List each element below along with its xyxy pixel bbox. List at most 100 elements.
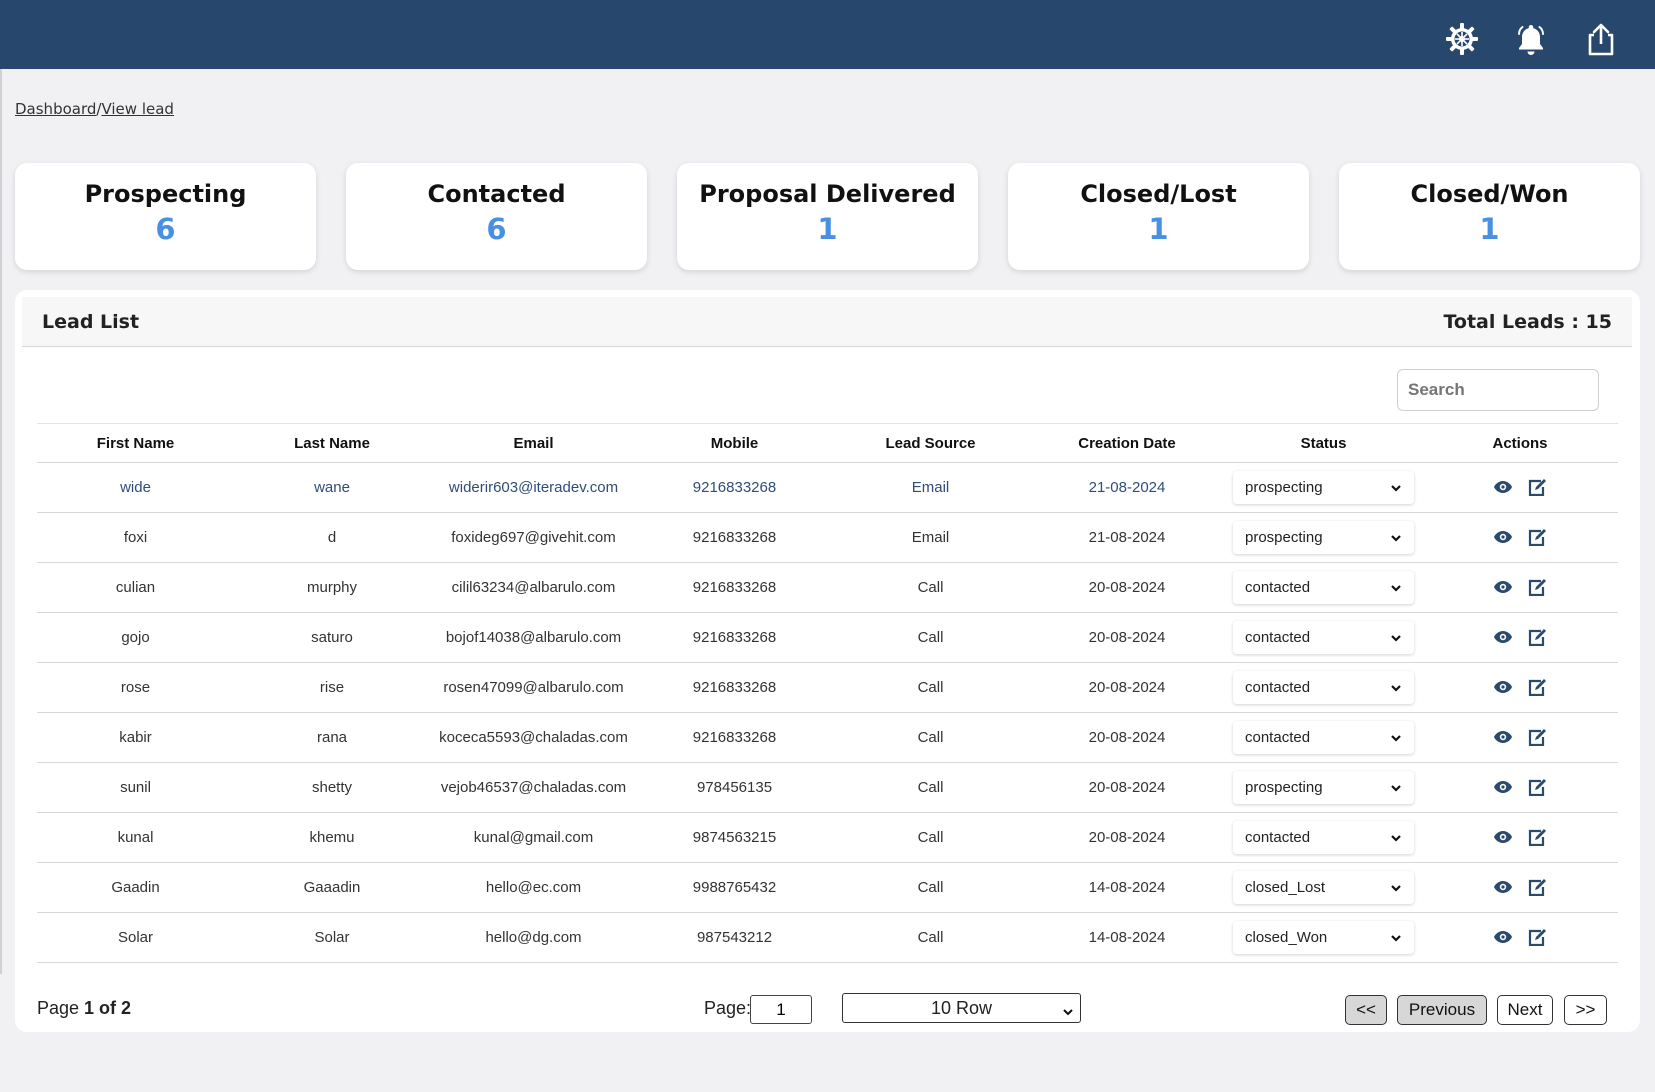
last-name-cell: rana — [234, 712, 430, 763]
status-select[interactable]: contacted — [1233, 571, 1414, 604]
next-page-button[interactable]: Next — [1497, 995, 1553, 1025]
eye-icon[interactable] — [1493, 780, 1513, 794]
chevron-down-icon — [1390, 532, 1402, 544]
eye-icon[interactable] — [1493, 880, 1513, 894]
first-name-cell: kunal — [37, 812, 234, 863]
last-name-cell: Solar — [234, 912, 430, 963]
eye-icon[interactable] — [1493, 830, 1513, 844]
actions-cell — [1422, 662, 1618, 713]
chevron-down-icon — [1390, 582, 1402, 594]
edit-icon[interactable] — [1528, 528, 1547, 546]
status-select[interactable]: prospecting — [1233, 471, 1414, 504]
chevron-down-icon — [1390, 632, 1402, 644]
table-row[interactable]: sunil shetty vejob46537@chaladas.com 978456… — [37, 762, 1618, 813]
edit-icon[interactable] — [1528, 928, 1547, 946]
mobile-cell: 9216833268 — [637, 462, 832, 513]
status-select[interactable]: contacted — [1233, 721, 1414, 754]
first-name-cell: rose — [37, 662, 234, 713]
breadcrumb: Dashboard/View lead — [15, 100, 174, 118]
status-select[interactable]: closed_Won — [1233, 921, 1414, 954]
status-select[interactable]: prospecting — [1233, 771, 1414, 804]
column-header-email[interactable]: Email — [430, 423, 637, 463]
lead-source-cell: Call — [832, 762, 1029, 813]
gear-icon[interactable] — [1443, 20, 1481, 58]
stat-card-value: 1 — [1148, 212, 1169, 246]
table-row[interactable]: wide wane widerir603@iteradev.com 921683326… — [37, 462, 1618, 513]
edit-icon[interactable] — [1528, 878, 1547, 896]
total-leads-count: Total Leads : 15 — [1443, 311, 1612, 333]
creation-date-cell: 20-08-2024 — [1029, 612, 1225, 663]
eye-icon[interactable] — [1493, 730, 1513, 744]
creation-date-cell: 20-08-2024 — [1029, 712, 1225, 763]
eye-icon[interactable] — [1493, 580, 1513, 594]
actions-cell — [1422, 562, 1618, 613]
lead-list-title: Lead List — [42, 311, 140, 333]
edit-icon[interactable] — [1528, 828, 1547, 846]
edit-icon[interactable] — [1528, 778, 1547, 796]
column-header-last-name[interactable]: Last Name — [234, 423, 430, 463]
search-input[interactable] — [1397, 369, 1599, 411]
page-number-input[interactable] — [750, 995, 812, 1024]
status-select[interactable]: contacted — [1233, 621, 1414, 654]
status-select[interactable]: contacted — [1233, 821, 1414, 854]
lead-source-cell: Email — [832, 512, 1029, 563]
eye-icon[interactable] — [1493, 480, 1513, 494]
status-value: contacted — [1245, 829, 1311, 846]
last-page-button[interactable]: >> — [1564, 995, 1607, 1025]
table-row[interactable]: Gaadin Gaaadin hello@ec.com 9988765432 Call 1… — [37, 862, 1618, 913]
edit-icon[interactable] — [1528, 628, 1547, 646]
edit-icon[interactable] — [1528, 478, 1547, 496]
column-header-actions: Actions — [1422, 423, 1618, 463]
eye-icon[interactable] — [1493, 630, 1513, 644]
status-select[interactable]: closed_Lost — [1233, 871, 1414, 904]
table-row[interactable]: kunal khemu kunal@gmail.com 9874563215 Call 2… — [37, 812, 1618, 863]
table-header-row: First Name Last Name Email Mobile Lead S… — [37, 423, 1618, 463]
rows-per-page-select[interactable]: 10 Row — [842, 993, 1081, 1023]
email-cell: koceca5593@chaladas.com — [430, 712, 637, 763]
actions-cell — [1422, 512, 1618, 563]
eye-icon[interactable] — [1493, 680, 1513, 694]
stat-card-value: 6 — [486, 212, 507, 246]
table-row[interactable]: rose rise rosen47099@albarulo.com 921683326… — [37, 662, 1618, 713]
creation-date-cell: 21-08-2024 — [1029, 462, 1225, 513]
status-select[interactable]: contacted — [1233, 671, 1414, 704]
last-name-cell: khemu — [234, 812, 430, 863]
share-icon[interactable] — [1582, 20, 1620, 58]
first-page-button[interactable]: << — [1345, 995, 1387, 1025]
status-cell: prospecting — [1225, 462, 1422, 513]
column-header-creation-date[interactable]: Creation Date — [1029, 423, 1225, 463]
email-cell: foxideg697@givehit.com — [430, 512, 637, 563]
last-name-cell: Gaaadin — [234, 862, 430, 913]
status-cell: closed_Lost — [1225, 862, 1422, 913]
email-cell: vejob46537@chaladas.com — [430, 762, 637, 813]
table-row[interactable]: Solar Solar hello@dg.com 987543212 Call 14-08… — [37, 912, 1618, 963]
lead-source-cell: Call — [832, 612, 1029, 663]
column-header-first-name[interactable]: First Name — [37, 423, 234, 463]
status-cell: contacted — [1225, 712, 1422, 763]
lead-list-header: Lead List Total Leads : 15 — [22, 297, 1632, 347]
email-cell: bojof14038@albarulo.com — [430, 612, 637, 663]
chevron-down-icon — [1390, 482, 1402, 494]
stat-card-title: Closed/Lost — [1080, 180, 1237, 208]
eye-icon[interactable] — [1493, 530, 1513, 544]
page-input-label: Page: — [704, 998, 752, 1018]
table-row[interactable]: culian murphy cilil63234@albarulo.com 92168… — [37, 562, 1618, 613]
previous-page-button[interactable]: Previous — [1397, 995, 1487, 1025]
column-header-mobile[interactable]: Mobile — [637, 423, 832, 463]
column-header-status[interactable]: Status — [1225, 423, 1422, 463]
edit-icon[interactable] — [1528, 678, 1547, 696]
table-row[interactable]: foxi d foxideg697@givehit.com 9216833268 Ema… — [37, 512, 1618, 563]
bell-icon[interactable] — [1512, 20, 1550, 58]
edit-icon[interactable] — [1528, 728, 1547, 746]
eye-icon[interactable] — [1493, 930, 1513, 944]
breadcrumb-view-lead-link[interactable]: View lead — [101, 100, 173, 118]
status-select[interactable]: prospecting — [1233, 521, 1414, 554]
lead-source-cell: Call — [832, 712, 1029, 763]
column-header-lead-source[interactable]: Lead Source — [832, 423, 1029, 463]
email-cell: kunal@gmail.com — [430, 812, 637, 863]
table-row[interactable]: kabir rana koceca5593@chaladas.com 92168332… — [37, 712, 1618, 763]
breadcrumb-dashboard-link[interactable]: Dashboard — [15, 100, 96, 118]
table-row[interactable]: gojo saturo bojof14038@albarulo.com 9216833… — [37, 612, 1618, 663]
first-name-cell: sunil — [37, 762, 234, 813]
edit-icon[interactable] — [1528, 578, 1547, 596]
